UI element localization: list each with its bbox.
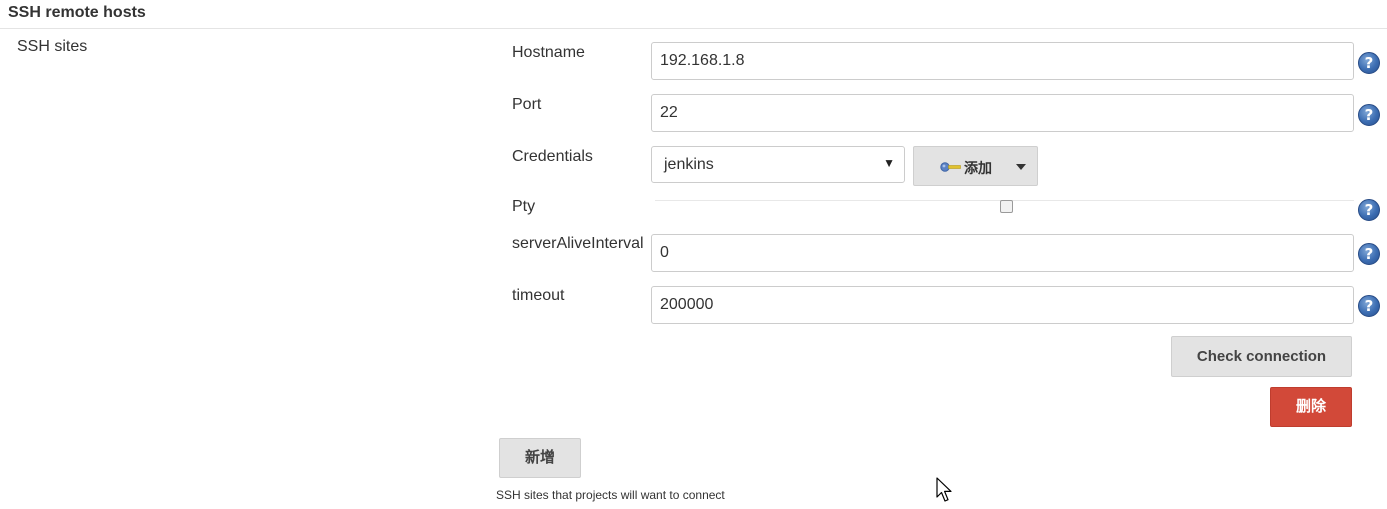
key-icon — [940, 162, 961, 172]
select-caret-icon: ▼ — [883, 156, 895, 170]
server-alive-interval-help-icon[interactable]: ? — [1358, 243, 1380, 265]
section-header: SSH remote hosts — [0, 0, 1387, 29]
hostname-help-icon[interactable]: ? — [1358, 52, 1380, 74]
check-connection-button[interactable]: Check connection — [1171, 336, 1352, 377]
timeout-label: timeout — [512, 287, 565, 304]
hostname-label: Hostname — [512, 44, 585, 61]
port-help-icon[interactable]: ? — [1358, 104, 1380, 126]
delete-button[interactable]: 删除 — [1270, 387, 1352, 427]
ssh-sites-description: SSH sites that projects will want to con… — [496, 488, 725, 502]
add-credentials-label: 添加 — [964, 160, 992, 176]
ssh-remote-hosts-page: SSH remote hosts SSH sites Hostname ? Po… — [0, 0, 1387, 509]
credentials-select[interactable]: jenkins ▼ — [651, 146, 905, 183]
section-title: SSH remote hosts — [8, 4, 146, 21]
port-label: Port — [512, 96, 542, 113]
mouse-pointer-icon — [936, 477, 952, 502]
add-credentials-button[interactable]: 添加 — [913, 146, 1038, 186]
server-alive-interval-label: serverAliveInterval — [512, 235, 644, 252]
pty-help-icon[interactable]: ? — [1358, 199, 1380, 221]
caret-down-icon — [1016, 164, 1026, 170]
port-input[interactable] — [651, 94, 1354, 132]
server-alive-interval-input[interactable] — [651, 234, 1354, 272]
ssh-sites-label: SSH sites — [17, 38, 88, 55]
timeout-input[interactable] — [651, 286, 1354, 324]
credentials-selected-value: jenkins — [664, 156, 714, 173]
credentials-label: Credentials — [512, 148, 593, 165]
pty-checkbox[interactable] — [1000, 200, 1013, 213]
timeout-help-icon[interactable]: ? — [1358, 295, 1380, 317]
hostname-input[interactable] — [651, 42, 1354, 80]
add-new-button[interactable]: 新增 — [499, 438, 581, 478]
pty-label: Pty — [512, 198, 536, 215]
